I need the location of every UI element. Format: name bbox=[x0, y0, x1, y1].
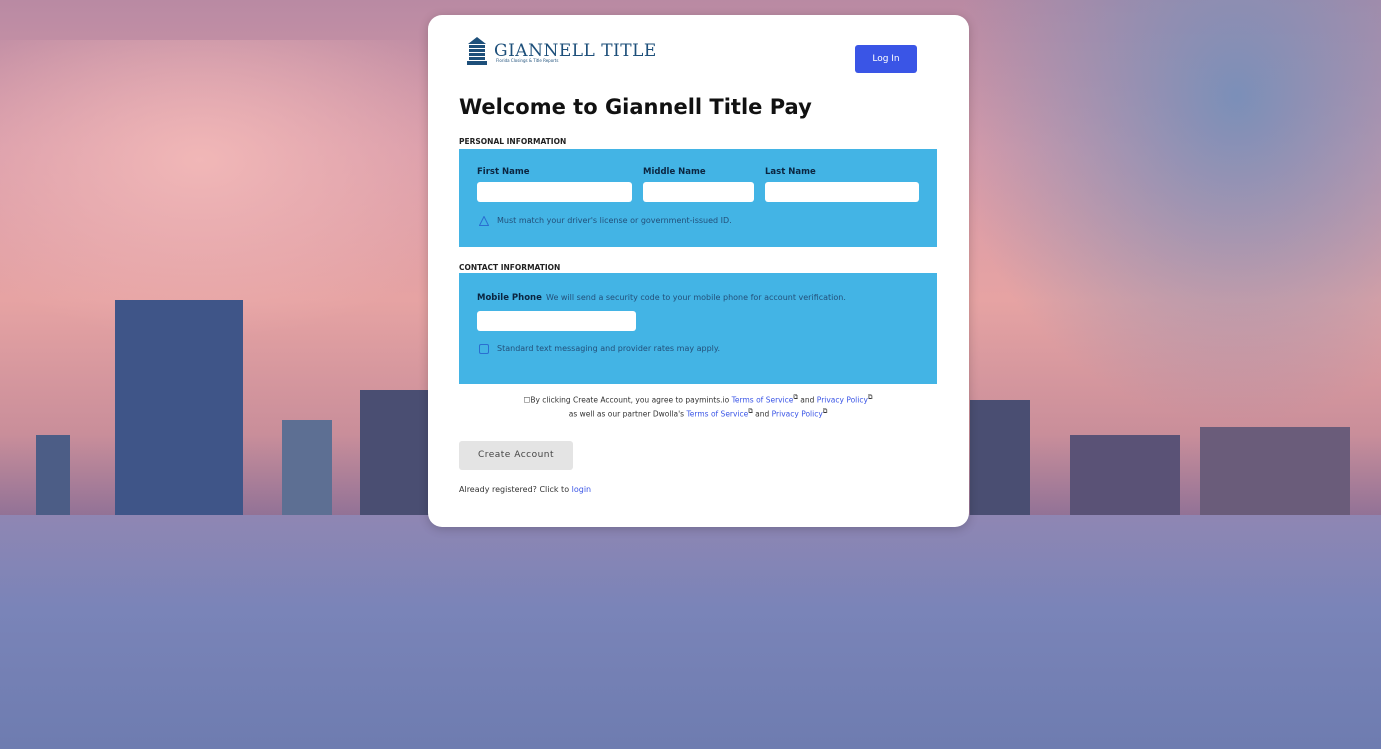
external-link-icon: ⧉ bbox=[748, 407, 753, 415]
brand-tagline: Florida Closings & Title Reports bbox=[496, 58, 559, 63]
signup-card: GIANNELL TITLE Florida Closings & Title … bbox=[428, 15, 969, 527]
terms-and: and bbox=[800, 395, 815, 405]
dwolla-tos-link[interactable]: Terms of Service bbox=[686, 409, 748, 418]
personal-info-panel: First Name Middle Name Last Name Must ma… bbox=[459, 149, 937, 247]
terms-prefix: By clicking Create Account, you agree to… bbox=[530, 395, 730, 405]
already-registered: Already registered? Click to login bbox=[459, 485, 591, 494]
last-name-field[interactable] bbox=[765, 182, 919, 202]
message-icon bbox=[479, 344, 489, 354]
external-link-icon: ⧉ bbox=[867, 394, 873, 401]
mobile-phone-label: Mobile Phone bbox=[477, 293, 542, 303]
skyline-building bbox=[970, 400, 1030, 515]
middle-name-label: Middle Name bbox=[643, 167, 706, 177]
id-match-note: Must match your driver's license or gove… bbox=[497, 216, 732, 225]
terms-middle: as well as our partner Dwolla's bbox=[568, 409, 685, 418]
external-link-icon: ⧉ bbox=[793, 394, 798, 401]
external-link-icon: ⧉ bbox=[822, 407, 828, 415]
paymints-privacy-link[interactable]: Privacy Policy bbox=[817, 396, 868, 405]
terms-agreement: ☐By clicking Create Account, you agree t… bbox=[459, 392, 937, 419]
middle-name-field[interactable] bbox=[643, 182, 754, 202]
login-button[interactable]: Log In bbox=[855, 45, 917, 73]
dwolla-privacy-link[interactable]: Privacy Policy bbox=[772, 409, 823, 418]
mobile-phone-hint: We will send a security code to your mob… bbox=[546, 293, 846, 302]
water bbox=[0, 515, 1381, 749]
contact-info-panel: Mobile Phone We will send a security cod… bbox=[459, 273, 937, 384]
terms-and: and bbox=[755, 409, 770, 418]
skyline-building bbox=[115, 300, 243, 515]
page-title: Welcome to Giannell Title Pay bbox=[459, 95, 812, 119]
already-registered-text: Already registered? Click to bbox=[459, 485, 570, 494]
contact-section-label: CONTACT INFORMATION bbox=[459, 263, 561, 272]
building-logo-icon bbox=[467, 37, 487, 65]
first-name-label: First Name bbox=[477, 167, 530, 177]
personal-section-label: PERSONAL INFORMATION bbox=[459, 137, 567, 146]
brand-logo[interactable]: GIANNELL TITLE bbox=[466, 35, 657, 67]
create-account-button[interactable]: Create Account bbox=[459, 441, 573, 470]
warning-icon bbox=[479, 216, 489, 226]
sky-glow bbox=[0, 40, 500, 340]
skyline-building bbox=[1200, 427, 1350, 515]
skyline-building bbox=[1070, 435, 1180, 515]
skyline-building bbox=[36, 435, 70, 515]
skyline-building bbox=[360, 390, 430, 515]
login-link[interactable]: login bbox=[572, 485, 592, 494]
sms-rates-note: Standard text messaging and provider rat… bbox=[497, 344, 721, 353]
last-name-label: Last Name bbox=[765, 167, 816, 177]
first-name-field[interactable] bbox=[477, 182, 632, 202]
mobile-phone-field[interactable] bbox=[477, 311, 636, 331]
skyline-building bbox=[282, 420, 332, 515]
paymints-tos-link[interactable]: Terms of Service bbox=[732, 396, 794, 405]
